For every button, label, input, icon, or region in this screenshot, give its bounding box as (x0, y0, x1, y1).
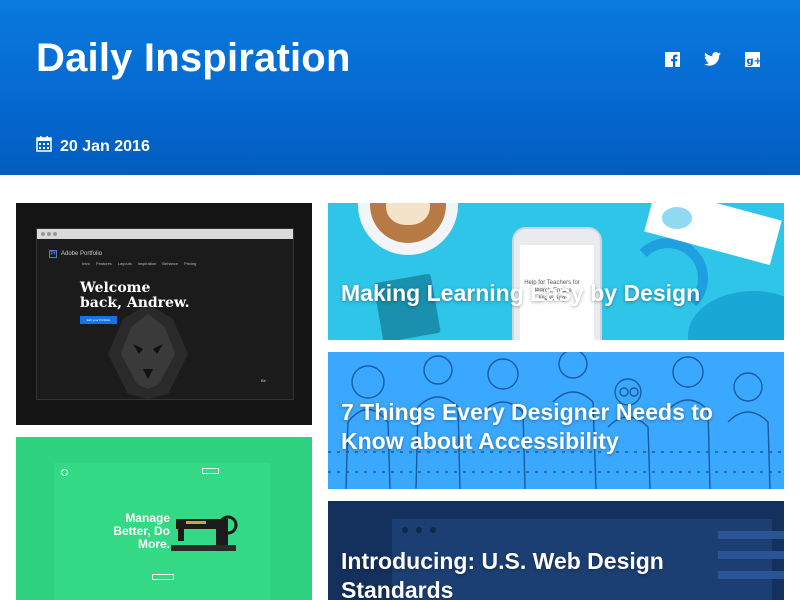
calendar-icon (36, 136, 52, 157)
site-title[interactable]: Daily Inspiration (36, 36, 351, 81)
pf-logo-mark: Pf (49, 250, 57, 258)
behance-badge: Be (261, 378, 266, 383)
mock-cta-button (152, 574, 174, 580)
browser-toolbar (37, 229, 293, 239)
stripe (718, 531, 784, 539)
mock-headline: Manage Better, Do More. (113, 511, 170, 551)
card-us-web-design[interactable]: Introducing: U.S. Web Design Standards (328, 501, 784, 600)
logo-icon (61, 469, 68, 476)
post-date: 20 Jan 2016 (36, 136, 150, 157)
card-accessibility[interactable]: 7 Things Every Designer Needs to Know ab… (328, 352, 784, 489)
card-adobe-portfolio[interactable]: Pf Adobe Portfolio Intro Features Layout… (16, 203, 312, 425)
sewing-machine-image (171, 515, 238, 551)
date-text: 20 Jan 2016 (60, 137, 150, 155)
portfolio-welcome: Welcome back, Andrew. (80, 280, 190, 311)
coffee-cup-image (358, 203, 458, 255)
pf-nav-item: Layouts (117, 261, 132, 266)
pf-nav-item: Inspiration (137, 261, 157, 266)
site-header: Daily Inspiration g+ 20 Jan 2016 (0, 0, 800, 175)
spoon-image (662, 207, 692, 229)
pf-nav-item: Behance (162, 261, 179, 266)
pf-nav-item: Features (96, 261, 112, 266)
twitter-icon[interactable] (702, 50, 722, 68)
portfolio-nav: Intro Features Layouts Inspiration Behan… (82, 261, 196, 266)
google-plus-icon[interactable]: g+ (742, 50, 762, 68)
social-links: g+ (662, 50, 762, 68)
pf-nav-item: Pricing (184, 261, 197, 266)
portfolio-app-name: Adobe Portfolio (61, 251, 103, 257)
card-making-learning-easy[interactable]: Help for Teachers for Search Engine Mark… (328, 203, 784, 340)
portfolio-edit-button: Edit your Portfolio (80, 316, 117, 324)
portfolio-logo: Pf Adobe Portfolio (49, 250, 102, 258)
mock-nav-button (202, 468, 219, 474)
wolf-illustration (108, 304, 188, 399)
card-title: Introducing: U.S. Web Design Standards (341, 548, 664, 600)
card-title: 7 Things Every Designer Needs to Know ab… (341, 399, 713, 454)
facebook-icon[interactable] (662, 50, 682, 68)
card-manage-better[interactable]: Manage Better, Do More. (16, 437, 312, 600)
pf-nav-item: Intro (82, 261, 91, 266)
svg-text:g+: g+ (746, 56, 760, 67)
card-title: Making Learning Easy by Design (341, 280, 701, 306)
